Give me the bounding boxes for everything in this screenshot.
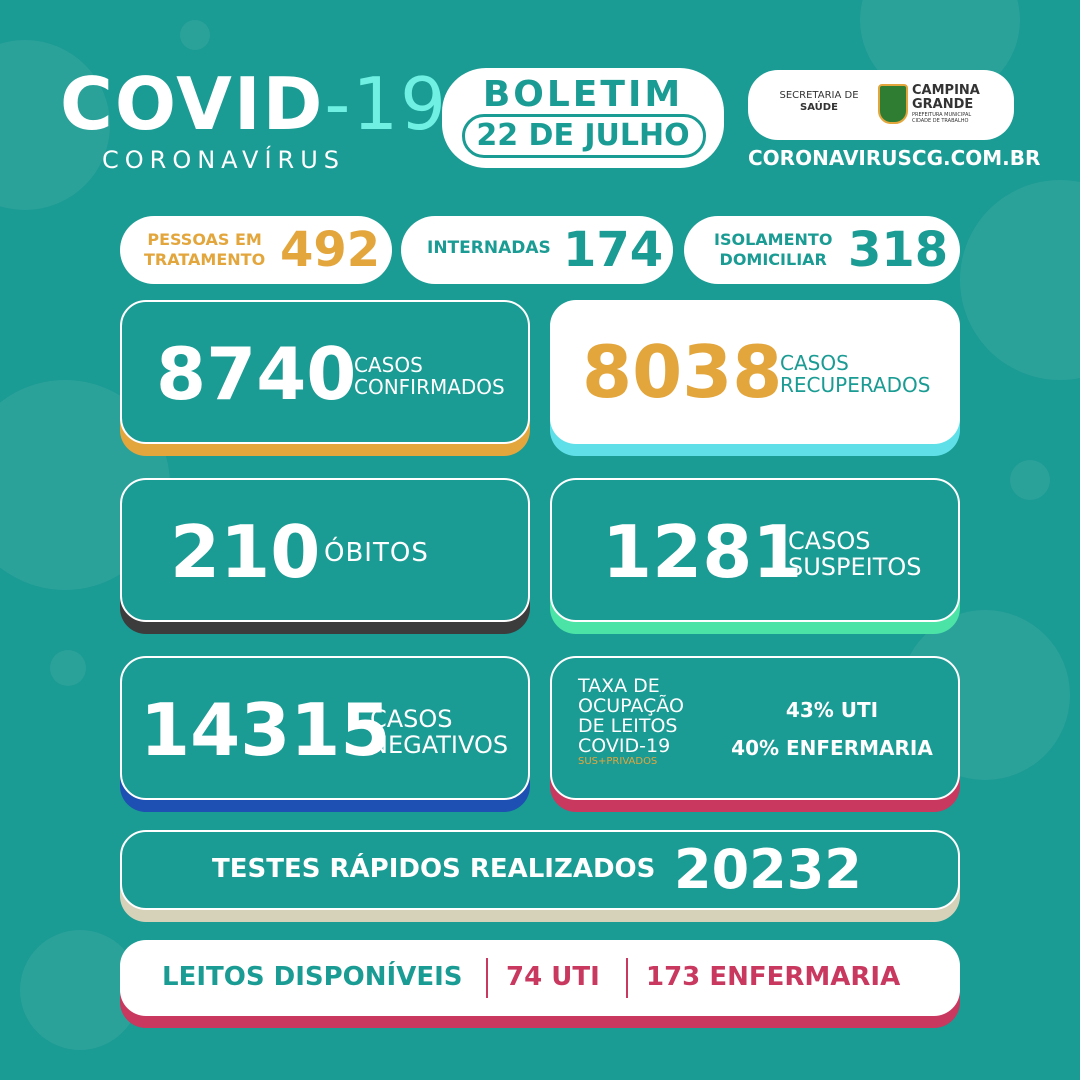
leitos-divider-1: [486, 958, 488, 998]
card-recuperados: 8038 CASOS RECUPERADOS: [550, 300, 960, 444]
secretaria-line2: SAÚDE: [800, 102, 838, 113]
boletim-badge: BOLETIM 22 DE JULHO: [442, 68, 724, 168]
stat-internadas: INTERNADAS 174: [401, 216, 673, 284]
ocupacao-line2: OCUPAÇÃO: [578, 695, 684, 717]
ocupacao-note: SUS+PRIVADOS: [578, 756, 658, 767]
stat-internadas-label: INTERNADAS: [427, 238, 551, 258]
testes-value: 20232: [674, 838, 862, 901]
suspeitos-value: 1281: [602, 510, 803, 594]
card-testes: TESTES RÁPIDOS REALIZADOS 20232: [120, 830, 960, 910]
website-link[interactable]: CORONAVIRUSCG.COM.BR: [748, 146, 1040, 170]
negativos-value: 14315: [140, 688, 391, 772]
city-tag2: CIDADE DE TRABALHO: [912, 118, 969, 124]
leitos-divider-2: [626, 958, 628, 998]
stat-tratamento-label1: PESSOAS EM: [147, 230, 262, 249]
stat-tratamento-label2: TRATAMENTO: [144, 250, 266, 269]
ocupacao-enfermaria: 40% ENFERMARIA: [731, 736, 933, 760]
confirmados-label1: CASOS: [354, 353, 423, 377]
stat-tratamento: PESSOAS EM TRATAMENTO 492: [120, 216, 392, 284]
stat-isolamento-label1: ISOLAMENTO: [714, 230, 833, 249]
confirmados-value: 8740: [156, 332, 357, 416]
suspeitos-label1: CASOS: [788, 527, 871, 555]
partner-logos: SECRETARIA DE SAÚDE CAMPINA GRANDE PREFE…: [748, 70, 1014, 140]
ocupacao-line4: COVID-19: [578, 735, 671, 757]
city-crest-icon: [878, 84, 908, 124]
ocupacao-uti: 43% UTI: [785, 698, 879, 722]
leitos-uti: 74 UTI: [506, 962, 600, 992]
obitos-label: ÓBITOS: [324, 538, 429, 568]
leitos-label: LEITOS DISPONÍVEIS: [162, 962, 463, 992]
negativos-label2: NEGATIVOS: [370, 731, 509, 759]
boletim-date: 22 DE JULHO: [476, 118, 690, 153]
testes-label: TESTES RÁPIDOS REALIZADOS: [212, 854, 656, 884]
stat-internadas-value: 174: [563, 222, 664, 278]
ocupacao-line1: TAXA DE: [578, 675, 660, 697]
city-line2: GRANDE: [912, 97, 974, 112]
card-confirmados: 8740 CASOS CONFIRMADOS: [120, 300, 530, 444]
leitos-enfermaria: 173 ENFERMARIA: [646, 962, 901, 992]
confirmados-label2: CONFIRMADOS: [354, 375, 505, 399]
boletim-label: BOLETIM: [482, 74, 684, 115]
recuperados-label2: RECUPERADOS: [780, 373, 931, 397]
negativos-label1: CASOS: [370, 705, 453, 733]
secretaria-line1: SECRETARIA DE: [779, 90, 859, 101]
logo-subtitle: CORONAVÍRUS: [102, 146, 346, 174]
stat-isolamento: ISOLAMENTO DOMICILIAR 318: [684, 216, 960, 284]
suspeitos-label2: SUSPEITOS: [788, 553, 922, 581]
covid-logo: COVID-19 CORONAVÍRUS: [60, 60, 446, 180]
stat-isolamento-value: 318: [848, 222, 949, 278]
card-ocupacao: TAXA DE OCUPAÇÃO DE LEITOS COVID-19 SUS+…: [550, 656, 960, 800]
logo-covid-text: COVID: [60, 62, 325, 146]
card-leitos: LEITOS DISPONÍVEIS 74 UTI 173 ENFERMARIA: [120, 940, 960, 1016]
city-line1: CAMPINA: [912, 83, 980, 98]
card-obitos: 210 ÓBITOS: [120, 478, 530, 622]
ocupacao-line3: DE LEITOS: [578, 715, 678, 737]
stat-tratamento-value: 492: [280, 222, 381, 278]
logo-19-text: -19: [324, 62, 448, 146]
obitos-value: 210: [170, 510, 321, 594]
recuperados-label1: CASOS: [780, 351, 849, 375]
recuperados-value: 8038: [582, 330, 783, 414]
stat-isolamento-label2: DOMICILIAR: [719, 250, 827, 269]
card-suspeitos: 1281 CASOS SUSPEITOS: [550, 478, 960, 622]
card-negativos: 14315 CASOS NEGATIVOS: [120, 656, 530, 800]
